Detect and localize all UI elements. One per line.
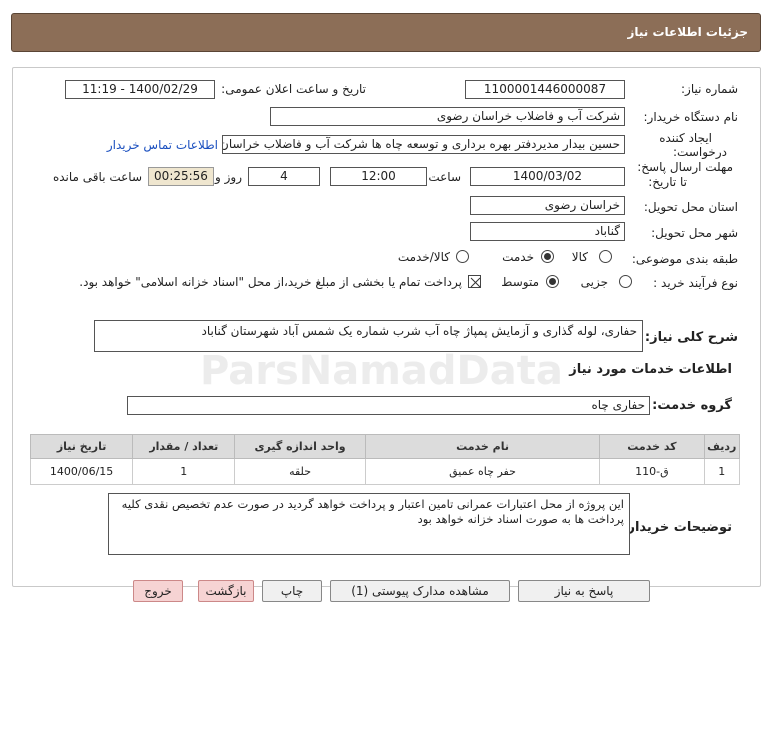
city-field: گناباد [470, 222, 625, 241]
deadline-date-field: 1400/03/02 [470, 167, 625, 186]
days-label: روز و [215, 170, 242, 184]
purchase-partial-label: جزیی [580, 275, 608, 289]
back-button[interactable]: بازگشت [198, 580, 254, 602]
category-goods-radio[interactable] [599, 250, 612, 263]
province-field: خراسان رضوی [470, 196, 625, 215]
cell-name: حفر چاه عمیق [364, 458, 601, 485]
cell-row: 1 [703, 458, 741, 485]
buyer-org-label: نام دستگاه خریدار: [643, 110, 739, 124]
buyer-contact-link[interactable]: اطلاعات تماس خریدار [107, 138, 218, 152]
cell-qty: 1 [132, 458, 236, 485]
remaining-label: ساعت باقی مانده [52, 170, 142, 184]
days-field: 4 [248, 167, 320, 186]
announce-label: تاریخ و ساعت اعلان عمومی: [221, 82, 366, 96]
page-title: جزئیات اطلاعات نیاز [627, 25, 748, 39]
buyer-org-field: شرکت آب و فاضلاب خراسان رضوی [270, 107, 625, 126]
print-button[interactable]: چاپ [262, 580, 322, 602]
attachments-button[interactable]: مشاهده مدارک پیوستی (1) [330, 580, 510, 602]
city-label: شهر محل تحویل: [651, 226, 738, 240]
purchase-partial-radio[interactable] [619, 275, 632, 288]
page-header: جزئیات اطلاعات نیاز [11, 13, 761, 52]
col-qty: تعداد / مقدار [132, 434, 236, 459]
cell-date: 1400/06/15 [29, 458, 134, 485]
requester-label-1: ایجاد کننده [659, 131, 712, 145]
check-x-icon [470, 277, 481, 288]
requester-field: حسین بیدار مدیردفتر بهره برداری و توسعه … [222, 135, 625, 154]
services-heading: اطلاعات خدمات مورد نیاز [569, 362, 732, 377]
need-number-label: شماره نیاز: [681, 82, 738, 96]
need-number-field: 1100001446000087 [465, 80, 625, 99]
cell-unit: حلقه [234, 458, 366, 485]
service-group-field: حفاری چاه [127, 396, 650, 415]
category-goods-label: کالا [571, 250, 588, 264]
buyer-notes-label: توضیحات خریدار: [622, 520, 732, 535]
col-row: ردیف [703, 434, 741, 459]
col-unit: واحد اندازه گیری [234, 434, 366, 459]
category-service-label: خدمت [502, 250, 534, 264]
deadline-time-field: 12:00 [330, 167, 427, 186]
category-label: طبقه بندی موضوعی: [631, 252, 738, 266]
requester-label-2: درخواست: [673, 145, 727, 159]
time-label: ساعت [428, 170, 461, 184]
purchase-note: پرداخت تمام یا بخشی از مبلغ خرید،از محل … [79, 275, 462, 289]
purchase-medium-radio[interactable] [546, 275, 559, 288]
services-table: ردیف کد خدمت نام خدمت واحد اندازه گیری ت… [29, 434, 741, 485]
category-goods-service-radio[interactable] [456, 250, 469, 263]
deadline-label-1: مهلت ارسال پاسخ: [637, 160, 733, 174]
cell-code: ق-110 [599, 458, 705, 485]
col-name: نام خدمت [364, 434, 601, 459]
category-goods-service-label: کالا/خدمت [397, 250, 450, 264]
category-service-radio[interactable] [541, 250, 554, 263]
province-label: استان محل تحویل: [643, 200, 738, 214]
reply-button[interactable]: پاسخ به نیاز [518, 580, 650, 602]
remaining-time-field: 00:25:56 [148, 167, 214, 186]
col-code: کد خدمت [599, 434, 705, 459]
buyer-notes-text: این پروژه از محل اعتبارات عمرانی تامین ا… [121, 497, 624, 526]
purchase-type-label: نوع فرآیند خرید : [653, 276, 738, 290]
purchase-medium-label: متوسط [501, 275, 539, 289]
description-label: شرح کلی نیاز: [644, 330, 738, 345]
buyer-notes-field: این پروژه از محل اعتبارات عمرانی تامین ا… [108, 493, 630, 555]
deadline-label-2: تا تاریخ: [648, 175, 687, 189]
table-row: 1 ق-110 حفر چاه عمیق حلقه 1 1400/06/15 [29, 458, 741, 485]
col-date: تاریخ نیاز [29, 434, 134, 459]
service-group-label: گروه خدمت: [652, 398, 732, 413]
description-field: حفاری، لوله گذاری و آزمایش پمپاژ چاه آب … [94, 320, 643, 352]
announce-field: 1400/02/29 - 11:19 [65, 80, 215, 99]
exit-button[interactable]: خروج [133, 580, 183, 602]
table-header-row: ردیف کد خدمت نام خدمت واحد اندازه گیری ت… [29, 434, 741, 459]
description-text: حفاری، لوله گذاری و آزمایش پمپاژ چاه آب … [201, 324, 637, 338]
